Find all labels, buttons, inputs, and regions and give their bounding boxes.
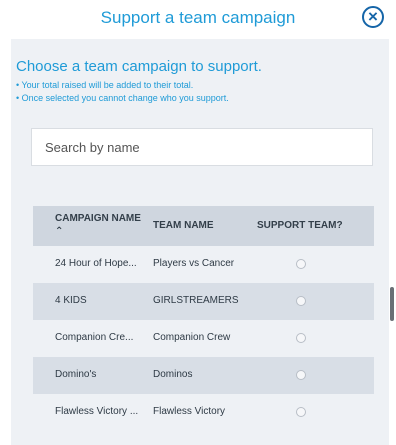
instruction-bullet: • Your total raised will be added to the… (16, 80, 194, 90)
campaign-name-cell: 4 KIDS (55, 295, 87, 306)
campaign-name-cell: 24 Hour of Hope... (55, 258, 137, 269)
scrollbar-thumb[interactable] (390, 287, 394, 321)
modal-title: Support a team campaign (100, 8, 296, 27)
table-row: 4 KIDS GIRLSTREAMERS (33, 283, 374, 320)
table-row: 24 Hour of Hope... Players vs Cancer (33, 246, 374, 283)
support-team-radio[interactable] (296, 333, 306, 343)
team-name-cell: GIRLSTREAMERS (153, 295, 239, 306)
sort-indicator-icon: ⌃ (55, 226, 64, 237)
team-name-cell: Companion Crew (153, 332, 231, 343)
campaign-name-cell: Flawless Victory ... (55, 406, 139, 417)
instructions-heading: Choose a team campaign to support. (16, 58, 262, 75)
campaign-name-cell: Companion Cre... (55, 332, 134, 343)
table-header: CAMPAIGN NAME ⌃ TEAM NAME SUPPORT TEAM? (33, 206, 374, 246)
close-icon[interactable]: × (362, 6, 384, 28)
modal-header: Support a team campaign × (0, 0, 396, 38)
column-header-campaign[interactable]: CAMPAIGN NAME ⌃ (55, 212, 153, 238)
team-name-cell: Players vs Cancer (153, 258, 235, 269)
table-row: Domino's Dominos (33, 357, 374, 394)
support-team-radio[interactable] (296, 296, 306, 306)
table-row: Companion Cre... Companion Crew (33, 320, 374, 357)
support-team-radio[interactable] (296, 407, 306, 417)
team-name-cell: Dominos (153, 369, 193, 380)
support-team-radio[interactable] (296, 370, 306, 380)
campaign-name-cell: Domino's (55, 369, 97, 380)
column-header-campaign-label: CAMPAIGN NAME (55, 213, 141, 224)
search-input[interactable] (31, 128, 373, 166)
column-header-team: TEAM NAME (153, 220, 214, 231)
table-row: Flawless Victory ... Flawless Victory (33, 394, 374, 431)
modal-body: Choose a team campaign to support. • You… (11, 39, 389, 445)
support-team-radio[interactable] (296, 259, 306, 269)
team-name-cell: Flawless Victory (153, 406, 226, 417)
column-header-support: SUPPORT TEAM? (257, 220, 343, 231)
instruction-bullet: • Once selected you cannot change who yo… (16, 93, 229, 103)
